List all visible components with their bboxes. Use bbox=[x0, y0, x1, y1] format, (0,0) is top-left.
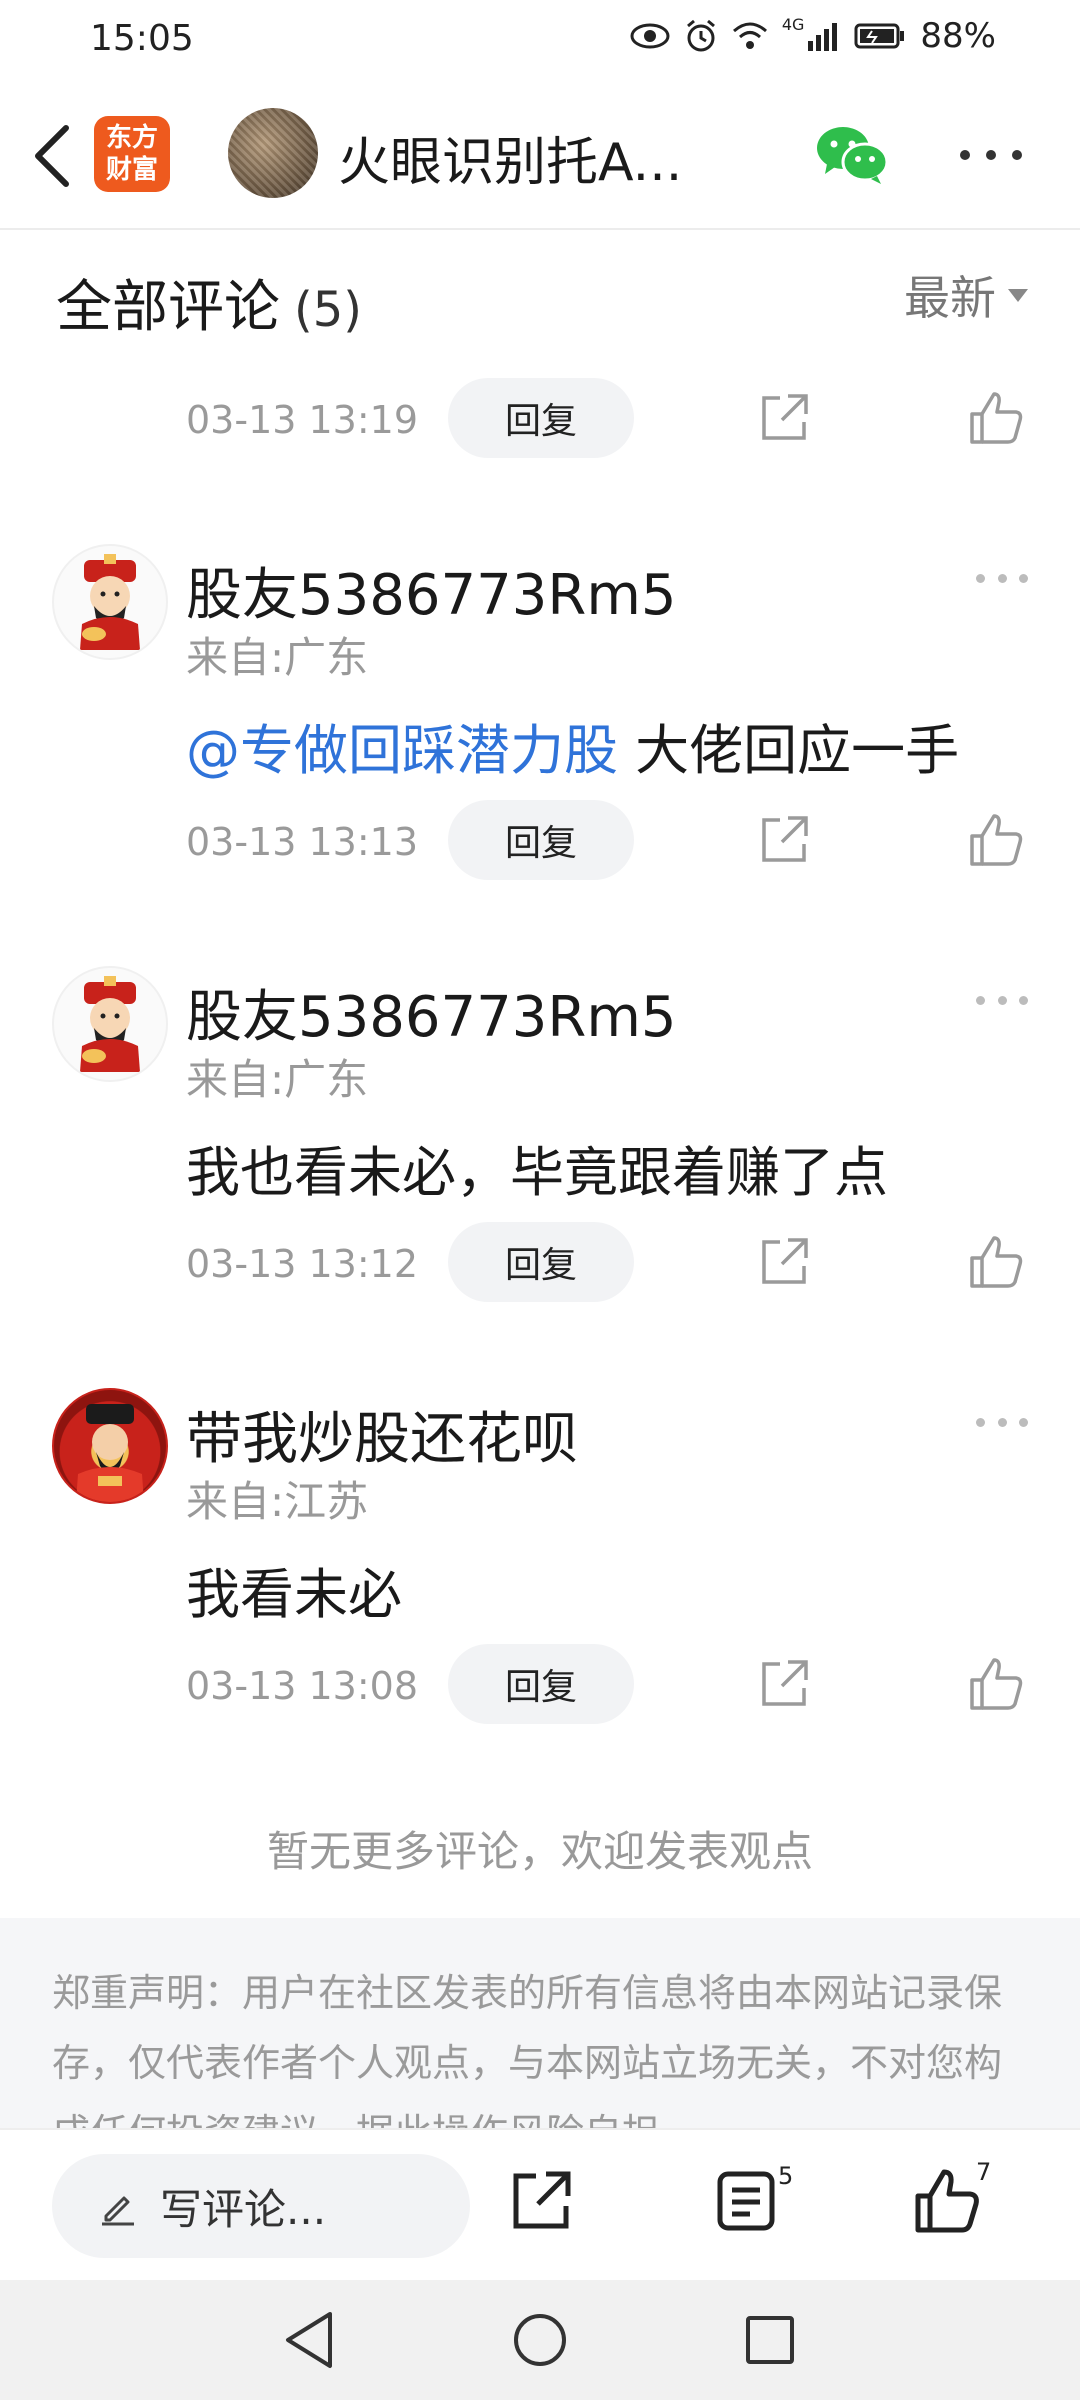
system-recents-icon[interactable] bbox=[734, 2304, 806, 2376]
disclaimer-text: 郑重声明：用户在社区发表的所有信息将由本网站记录保存，仅代表作者个人观点，与本网… bbox=[52, 1971, 1003, 2128]
comment-item: 股友5386773Rm5 来自:广东 我也看未必，毕竟跟着赚了点 03-13 1… bbox=[0, 966, 1080, 1306]
user-avatar[interactable] bbox=[52, 544, 168, 660]
share-icon[interactable] bbox=[756, 812, 812, 868]
comment-count-badge: 5 bbox=[778, 2162, 794, 2190]
signal-icon bbox=[808, 23, 838, 51]
user-name[interactable]: 股友5386773Rm5 bbox=[186, 550, 677, 631]
comment-time: 03-13 13:19 bbox=[186, 398, 419, 442]
share-icon[interactable] bbox=[506, 2166, 576, 2236]
reply-button[interactable]: 回复 bbox=[448, 800, 634, 880]
comment-meta-row: 03-13 13:19 回复 bbox=[186, 378, 1046, 458]
disclaimer-panel: 郑重声明：用户在社区发表的所有信息将由本网站记录保存，仅代表作者个人观点，与本网… bbox=[0, 1918, 1080, 2128]
write-comment-placeholder: 写评论... bbox=[160, 2184, 327, 2234]
comment-item: 带我炒股还花呗 来自:江苏 我看未必 03-13 13:08 回复 bbox=[0, 1388, 1080, 1728]
caishen-avatar-icon bbox=[80, 554, 140, 650]
comment-meta-row: 03-13 13:13 回复 bbox=[186, 800, 1046, 880]
alarm-icon bbox=[686, 19, 715, 52]
like-icon[interactable] bbox=[912, 2166, 982, 2236]
comments-header: 全部评论 (5) 最新 bbox=[0, 232, 1080, 362]
like-icon[interactable] bbox=[966, 1232, 1026, 1292]
comment-item: 股友5386773Rm5 来自:广东 @专做回踩潜力股 大佬回应一手 03-13… bbox=[0, 544, 1080, 884]
eye-icon bbox=[630, 23, 670, 49]
caishen-avatar-icon bbox=[80, 976, 140, 1072]
more-icon[interactable] bbox=[956, 130, 1026, 180]
comment-more-icon[interactable] bbox=[976, 1418, 1028, 1430]
user-name[interactable]: 带我炒股还花呗 bbox=[186, 1394, 578, 1475]
comment-time: 03-13 13:08 bbox=[186, 1664, 419, 1708]
status-bar: 15:05 4G 88% bbox=[0, 0, 1080, 80]
god-of-wealth-avatar-icon bbox=[76, 1404, 144, 1502]
back-button[interactable] bbox=[22, 118, 82, 194]
comments-title: 全部评论 (5) bbox=[56, 262, 362, 343]
comments-count: (5) bbox=[294, 282, 362, 338]
write-comment-input[interactable]: 写评论... bbox=[52, 2154, 470, 2258]
bottom-action-bar: 写评论... 5 7 bbox=[0, 2128, 1080, 2280]
comment-text: 我也看未必，毕竟跟着赚了点 bbox=[186, 1141, 888, 1204]
reply-button[interactable]: 回复 bbox=[448, 378, 634, 458]
like-count-badge: 7 bbox=[976, 2158, 992, 2186]
network-type: 4G bbox=[781, 14, 805, 34]
comments-title-label: 全部评论 bbox=[56, 275, 280, 340]
user-location: 来自:广东 bbox=[186, 1055, 369, 1104]
status-icons: 4G 88% bbox=[630, 14, 996, 56]
app-logo[interactable]: 东方 财富 bbox=[94, 116, 170, 192]
wechat-icon bbox=[817, 127, 889, 184]
reply-button[interactable]: 回复 bbox=[448, 1222, 634, 1302]
comment-body: 大佬回应一手 bbox=[618, 719, 960, 782]
system-nav-bar bbox=[0, 2280, 1080, 2400]
mention-link[interactable]: @专做回踩潜力股 bbox=[186, 719, 618, 782]
page-title[interactable]: 火眼识别托A... bbox=[338, 120, 738, 195]
battery-icon bbox=[854, 23, 905, 49]
caret-down-icon bbox=[1008, 288, 1028, 302]
user-location: 来自:广东 bbox=[186, 633, 369, 682]
share-icon[interactable] bbox=[756, 390, 812, 446]
system-home-icon[interactable] bbox=[504, 2304, 576, 2376]
system-back-icon[interactable] bbox=[274, 2304, 346, 2376]
battery-level: 88% bbox=[920, 16, 996, 56]
comment-more-icon[interactable] bbox=[976, 574, 1028, 586]
comment-meta-row: 03-13 13:08 回复 bbox=[186, 1644, 1046, 1724]
comment-time: 03-13 13:13 bbox=[186, 820, 419, 864]
comment-meta-row: 03-13 13:12 回复 bbox=[186, 1222, 1046, 1302]
comment-more-icon[interactable] bbox=[976, 996, 1028, 1008]
share-icon[interactable] bbox=[756, 1234, 812, 1290]
user-location: 来自:江苏 bbox=[186, 1477, 369, 1526]
pencil-icon bbox=[102, 2196, 134, 2226]
top-nav: 东方 财富 火眼识别托A... bbox=[0, 80, 1080, 230]
user-avatar[interactable] bbox=[52, 966, 168, 1082]
status-time: 15:05 bbox=[90, 18, 194, 59]
back-arrow-icon bbox=[35, 125, 69, 187]
wechat-share-button[interactable] bbox=[815, 122, 891, 188]
comment-text: @专做回踩潜力股 大佬回应一手 bbox=[186, 706, 959, 785]
sort-label: 最新 bbox=[904, 271, 996, 325]
sort-dropdown[interactable]: 最新 bbox=[904, 262, 1028, 328]
comment-text: 我看未必 bbox=[186, 1563, 402, 1626]
like-icon[interactable] bbox=[966, 1654, 1026, 1714]
like-icon[interactable] bbox=[966, 388, 1026, 448]
share-icon[interactable] bbox=[756, 1656, 812, 1712]
reply-button[interactable]: 回复 bbox=[448, 1644, 634, 1724]
like-icon[interactable] bbox=[966, 810, 1026, 870]
channel-avatar[interactable] bbox=[228, 108, 318, 198]
comment-time: 03-13 13:12 bbox=[186, 1242, 419, 1286]
user-avatar[interactable] bbox=[52, 1388, 168, 1504]
wifi-icon bbox=[732, 22, 767, 49]
comments-list-icon[interactable] bbox=[712, 2166, 782, 2236]
no-more-comments: 暂无更多评论，欢迎发表观点 bbox=[266, 1827, 813, 1876]
user-name[interactable]: 股友5386773Rm5 bbox=[186, 972, 677, 1053]
